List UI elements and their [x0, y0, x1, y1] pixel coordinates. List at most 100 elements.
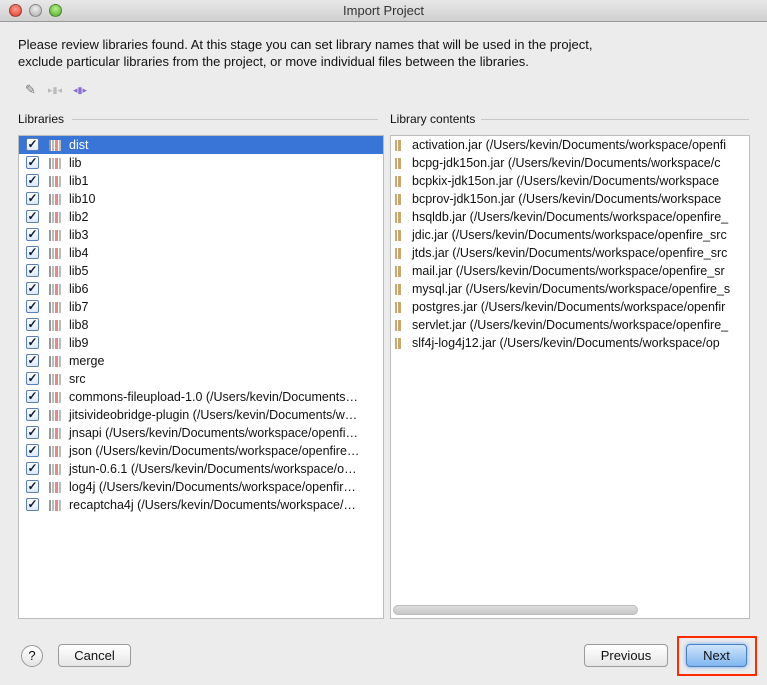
library-checkbox[interactable]: ✓: [26, 336, 39, 349]
library-icon: [49, 302, 61, 313]
library-item[interactable]: ✓ lib9: [19, 334, 383, 352]
library-icon: [49, 194, 61, 205]
next-button[interactable]: Next: [686, 644, 747, 667]
library-checkbox[interactable]: ✓: [26, 318, 39, 331]
library-name: lib: [69, 156, 82, 170]
jar-item[interactable]: bcpg-jdk15on.jar (/Users/kevin/Documents…: [391, 154, 749, 172]
jar-item[interactable]: bcpkix-jdk15on.jar (/Users/kevin/Documen…: [391, 172, 749, 190]
library-checkbox[interactable]: ✓: [26, 372, 39, 385]
library-name: lib8: [69, 318, 89, 332]
library-name: lib2: [69, 210, 89, 224]
library-checkbox[interactable]: ✓: [26, 498, 39, 511]
library-icon: [49, 446, 61, 457]
jar-item[interactable]: bcprov-jdk15on.jar (/Users/kevin/Documen…: [391, 190, 749, 208]
library-item[interactable]: ✓ commons-fileupload-1.0 (/Users/kevin/Do…: [19, 388, 383, 406]
jar-name: postgres.jar (/Users/kevin/Documents/wor…: [412, 300, 726, 314]
help-icon: ?: [28, 648, 36, 663]
library-name: log4j (/Users/kevin/Documents/workspace/…: [69, 480, 356, 494]
library-icon: [49, 158, 61, 169]
library-name: jstun-0.6.1 (/Users/kevin/Documents/work…: [69, 462, 357, 476]
library-item[interactable]: ✓ lib6: [19, 280, 383, 298]
library-item[interactable]: ✓ jitsivideobridge-plugin (/Users/kevin/D…: [19, 406, 383, 424]
jar-item[interactable]: postgres.jar (/Users/kevin/Documents/wor…: [391, 298, 749, 316]
library-checkbox[interactable]: ✓: [26, 282, 39, 295]
library-name: lib6: [69, 282, 89, 296]
library-icon: [49, 410, 61, 421]
library-checkbox[interactable]: ✓: [26, 264, 39, 277]
library-icon: [49, 212, 61, 223]
library-item[interactable]: ✓ dist: [19, 136, 383, 154]
jar-name: activation.jar (/Users/kevin/Documents/w…: [412, 138, 727, 152]
jar-item[interactable]: hsqldb.jar (/Users/kevin/Documents/works…: [391, 208, 749, 226]
horizontal-scrollbar[interactable]: [393, 605, 638, 615]
library-item[interactable]: ✓ lib1: [19, 172, 383, 190]
library-name: dist: [69, 138, 89, 152]
library-checkbox[interactable]: ✓: [26, 210, 39, 223]
library-checkbox[interactable]: ✓: [26, 228, 39, 241]
library-name: lib7: [69, 300, 89, 314]
library-icon: [49, 176, 61, 187]
library-checkbox[interactable]: ✓: [26, 156, 39, 169]
divider: [72, 119, 378, 120]
library-item[interactable]: ✓ lib5: [19, 262, 383, 280]
library-icon: [49, 482, 61, 493]
library-item[interactable]: ✓ json (/Users/kevin/Documents/workspace/…: [19, 442, 383, 460]
library-name: merge: [69, 354, 105, 368]
jar-item[interactable]: servlet.jar (/Users/kevin/Documents/work…: [391, 316, 749, 334]
library-checkbox[interactable]: ✓: [26, 444, 39, 457]
libraries-list[interactable]: ✓ dist ✓ lib ✓ lib1 ✓ lib10 ✓ lib2 ✓ lib3 ✓ lib4 ✓ lib5…: [18, 135, 384, 619]
library-item[interactable]: ✓ lib8: [19, 316, 383, 334]
library-name: lib4: [69, 246, 89, 260]
library-item[interactable]: ✓ lib4: [19, 244, 383, 262]
library-checkbox[interactable]: ✓: [26, 480, 39, 493]
library-item[interactable]: ✓ merge: [19, 352, 383, 370]
minimize-window-button[interactable]: [29, 4, 42, 17]
library-checkbox[interactable]: ✓: [26, 408, 39, 421]
library-checkbox[interactable]: ✓: [26, 174, 39, 187]
jar-name: bcpkix-jdk15on.jar (/Users/kevin/Documen…: [412, 174, 720, 188]
library-checkbox[interactable]: ✓: [26, 426, 39, 439]
jar-name: jtds.jar (/Users/kevin/Documents/workspa…: [412, 246, 728, 260]
zoom-window-button[interactable]: [49, 4, 62, 17]
library-item[interactable]: ✓ jnsapi (/Users/kevin/Documents/workspac…: [19, 424, 383, 442]
library-item[interactable]: ✓ log4j (/Users/kevin/Documents/workspace…: [19, 478, 383, 496]
library-item[interactable]: ✓ recaptcha4j (/Users/kevin/Documents/wor…: [19, 496, 383, 514]
exclude-library-icon[interactable]: ▸▮◂: [48, 85, 62, 96]
library-item[interactable]: ✓ lib3: [19, 226, 383, 244]
jar-item[interactable]: activation.jar (/Users/kevin/Documents/w…: [391, 136, 749, 154]
library-name: lib1: [69, 174, 89, 188]
library-item[interactable]: ✓ jstun-0.6.1 (/Users/kevin/Documents/wor…: [19, 460, 383, 478]
jar-name: slf4j-log4j12.jar (/Users/kevin/Document…: [412, 336, 720, 350]
cancel-button[interactable]: Cancel: [58, 644, 131, 667]
jar-item[interactable]: jdic.jar (/Users/kevin/Documents/workspa…: [391, 226, 749, 244]
library-checkbox[interactable]: ✓: [26, 246, 39, 259]
library-item[interactable]: ✓ lib7: [19, 298, 383, 316]
library-checkbox[interactable]: ✓: [26, 138, 39, 151]
close-window-button[interactable]: [9, 4, 22, 17]
jar-name: jdic.jar (/Users/kevin/Documents/workspa…: [412, 228, 727, 242]
library-checkbox[interactable]: ✓: [26, 192, 39, 205]
library-checkbox[interactable]: ✓: [26, 354, 39, 367]
library-item[interactable]: ✓ lib: [19, 154, 383, 172]
library-item[interactable]: ✓ src: [19, 370, 383, 388]
help-button[interactable]: ?: [21, 645, 43, 667]
move-files-icon[interactable]: ◂▮▸: [73, 85, 87, 96]
library-name: lib3: [69, 228, 89, 242]
previous-button[interactable]: Previous: [584, 644, 668, 667]
jar-name: hsqldb.jar (/Users/kevin/Documents/works…: [412, 210, 729, 224]
jar-item[interactable]: slf4j-log4j12.jar (/Users/kevin/Document…: [391, 334, 749, 352]
jar-item[interactable]: jtds.jar (/Users/kevin/Documents/workspa…: [391, 244, 749, 262]
rename-pencil-icon[interactable]: ✎: [25, 82, 36, 98]
library-contents-list[interactable]: activation.jar (/Users/kevin/Documents/w…: [390, 135, 750, 619]
window-title: Import Project: [343, 3, 424, 18]
library-item[interactable]: ✓ lib2: [19, 208, 383, 226]
jar-name: bcpg-jdk15on.jar (/Users/kevin/Documents…: [412, 156, 721, 170]
library-checkbox[interactable]: ✓: [26, 390, 39, 403]
library-checkbox[interactable]: ✓: [26, 300, 39, 313]
jar-name: servlet.jar (/Users/kevin/Documents/work…: [412, 318, 729, 332]
library-item[interactable]: ✓ lib10: [19, 190, 383, 208]
library-checkbox[interactable]: ✓: [26, 462, 39, 475]
jar-item[interactable]: mysql.jar (/Users/kevin/Documents/worksp…: [391, 280, 749, 298]
library-icon: [49, 320, 61, 331]
jar-item[interactable]: mail.jar (/Users/kevin/Documents/workspa…: [391, 262, 749, 280]
